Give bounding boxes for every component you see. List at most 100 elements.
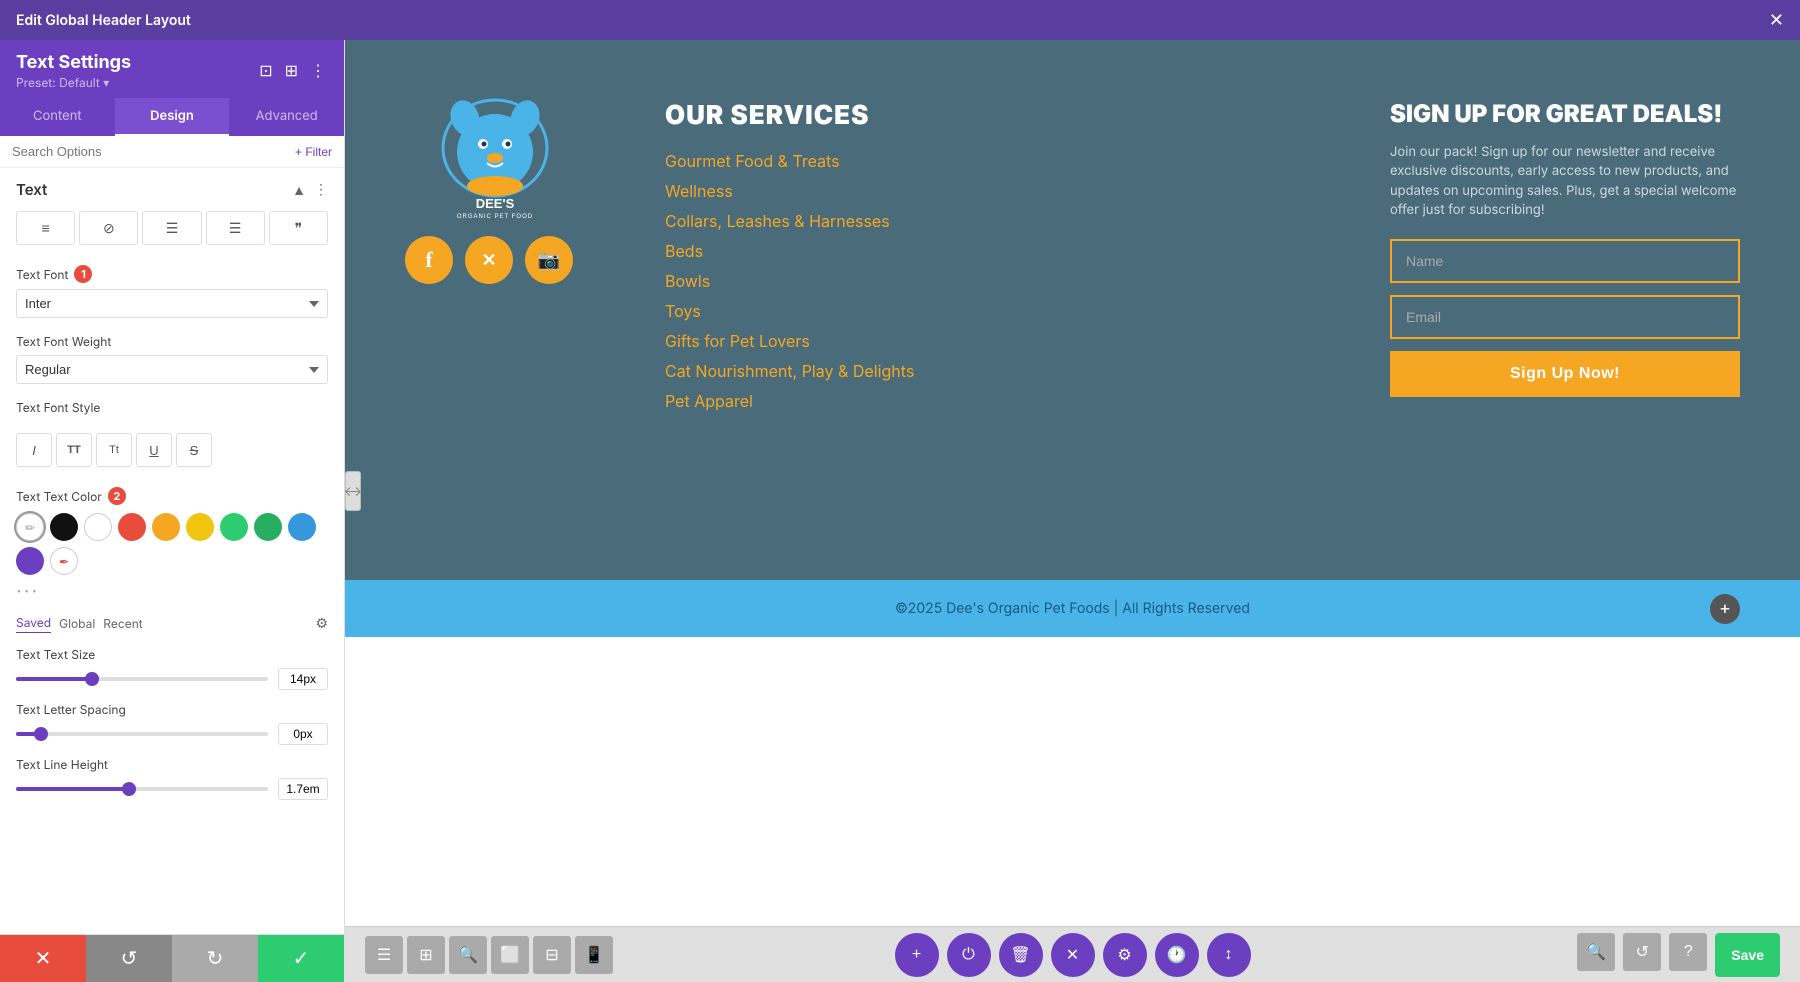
tab-advanced[interactable]: Advanced <box>229 98 344 136</box>
close-button[interactable]: ✕ <box>1769 10 1784 31</box>
strikethrough-button[interactable]: S <box>176 433 212 467</box>
align-left-button[interactable]: ≡ <box>16 211 75 245</box>
signup-button[interactable]: Sign Up Now! <box>1390 351 1740 397</box>
letter-spacing-thumb[interactable] <box>34 727 48 741</box>
toolbar-left: ☰ ⊞ 🔍 ⬜ ⊟ 📱 <box>365 936 613 974</box>
cancel-button[interactable]: ✕ <box>0 935 86 982</box>
color-swatch-green-light[interactable] <box>220 513 248 541</box>
letter-spacing-track[interactable] <box>16 732 268 736</box>
italic-button[interactable]: I <box>16 433 52 467</box>
align-quote-button[interactable]: ❞ <box>269 211 328 245</box>
responsive-button[interactable]: ↕ <box>1207 933 1251 977</box>
tab-design[interactable]: Design <box>115 98 230 136</box>
signup-desc: Join our pack! Sign up for our newslette… <box>1390 143 1740 221</box>
color-swatch-custom[interactable]: ✏ <box>16 513 44 541</box>
color-swatch-yellow[interactable] <box>186 513 214 541</box>
small-caps-button[interactable]: Tt <box>96 433 132 467</box>
filter-button[interactable]: + Filter <box>295 145 332 159</box>
text-size-value[interactable]: 14px <box>278 668 328 690</box>
add-section-button[interactable]: + <box>1710 594 1740 624</box>
close-button-toolbar[interactable]: ✕ <box>1051 933 1095 977</box>
footer-preview: DEE'S ORGANIC PET FOOD f ✕ 📷 Our Service… <box>345 40 1800 580</box>
toolbar-mobile-button[interactable]: 📱 <box>575 936 613 974</box>
toolbar-grid-button[interactable]: ⊞ <box>407 936 445 974</box>
instagram-icon[interactable]: 📷 <box>525 236 573 284</box>
settings-button[interactable]: ⚙ <box>1103 933 1147 977</box>
global-tab[interactable]: Global <box>59 614 95 633</box>
color-swatch-white[interactable] <box>84 513 112 541</box>
text-size-thumb[interactable] <box>85 672 99 686</box>
bottom-toolbar: ☰ ⊞ 🔍 ⬜ ⊟ 📱 + ⏻ 🗑 ✕ ⚙ 🕐 ↕ 🔍 ↺ ? Save <box>345 926 1800 982</box>
service-link-7[interactable]: Cat Nourishment, Play & Delights <box>665 361 1350 381</box>
toolbar-menu-button[interactable]: ☰ <box>365 936 403 974</box>
saved-tab[interactable]: Saved <box>16 613 51 633</box>
recent-tab[interactable]: Recent <box>103 614 142 633</box>
align-right-button[interactable]: ☰ <box>206 211 265 245</box>
more-options-icon[interactable]: ⋮ <box>314 181 328 198</box>
service-link-6[interactable]: Gifts for Pet Lovers <box>665 331 1350 351</box>
text-font-style-row: Text Font Style <box>0 392 344 429</box>
letter-spacing-value[interactable]: 0px <box>278 723 328 745</box>
color-swatch-purple[interactable] <box>16 547 44 575</box>
facebook-icon[interactable]: f <box>405 236 453 284</box>
email-input[interactable] <box>1390 295 1740 339</box>
collapse-icon[interactable]: ▲ <box>292 181 306 198</box>
text-font-label: Text Font <box>16 267 68 282</box>
power-button[interactable]: ⏻ <box>947 933 991 977</box>
service-link-4[interactable]: Bowls <box>665 271 1350 291</box>
color-swatch-green-dark[interactable] <box>254 513 282 541</box>
white-space <box>345 637 1800 926</box>
color-gear-icon[interactable]: ⚙ <box>315 615 328 632</box>
twitter-x-icon[interactable]: ✕ <box>465 236 513 284</box>
line-height-thumb[interactable] <box>122 782 136 796</box>
line-height-value[interactable]: 1.7em <box>278 778 328 800</box>
search-input[interactable] <box>12 144 287 159</box>
text-size-row: Text Text Size 14px <box>0 641 344 696</box>
tab-content[interactable]: Content <box>0 98 115 136</box>
text-color-row: Text Text Color 2 ✏ <box>0 479 344 641</box>
redo-button[interactable]: ↻ <box>172 935 258 982</box>
schedule-button[interactable]: 🕐 <box>1155 933 1199 977</box>
add-button[interactable]: + <box>895 933 939 977</box>
color-swatch-black[interactable] <box>50 513 78 541</box>
all-caps-button[interactable]: TT <box>56 433 92 467</box>
service-link-0[interactable]: Gourmet Food & Treats <box>665 151 1350 171</box>
columns-icon[interactable]: ⊞ <box>283 59 300 83</box>
color-tabs: Saved Global Recent ⚙ <box>16 613 328 633</box>
align-center-button[interactable]: ☰ <box>142 211 201 245</box>
zoom-button[interactable]: 🔍 <box>1577 933 1615 971</box>
toolbar-columns-button[interactable]: ⊟ <box>533 936 571 974</box>
undo-button[interactable]: ↺ <box>86 935 172 982</box>
copyright-text: ©2025 Dee's Organic Pet Foods | All Righ… <box>895 600 1250 617</box>
text-font-weight-select[interactable]: Regular <box>16 355 328 384</box>
text-font-select[interactable]: Inter <box>16 289 328 318</box>
color-swatch-orange[interactable] <box>152 513 180 541</box>
save-button[interactable]: Save <box>1715 933 1780 977</box>
underline-button[interactable]: U <box>136 433 172 467</box>
more-icon[interactable]: ⋮ <box>308 59 328 83</box>
monitor-icon[interactable]: ⊡ <box>257 59 274 83</box>
history-button[interactable]: ↺ <box>1623 933 1661 971</box>
panel-tabs: Content Design Advanced <box>0 98 344 136</box>
line-height-track[interactable] <box>16 787 268 791</box>
service-link-1[interactable]: Wellness <box>665 181 1350 201</box>
help-button[interactable]: ? <box>1669 933 1707 971</box>
service-link-3[interactable]: Beds <box>665 241 1350 261</box>
text-font-row: Text Font 1 Inter <box>0 257 344 326</box>
toolbar-monitor-button[interactable]: ⬜ <box>491 936 529 974</box>
color-swatch-red[interactable] <box>118 513 146 541</box>
delete-button[interactable]: 🗑 <box>999 933 1043 977</box>
panel-content: Text ▲ ⋮ ≡ ⊘ ☰ ☰ ❞ Text Font 1 <box>0 168 344 934</box>
color-swatch-blue[interactable] <box>288 513 316 541</box>
toolbar-search-button[interactable]: 🔍 <box>449 936 487 974</box>
panel-resize-handle[interactable]: ↔ <box>345 471 361 511</box>
service-link-2[interactable]: Collars, Leashes & Harnesses <box>665 211 1350 231</box>
align-none-button[interactable]: ⊘ <box>79 211 138 245</box>
name-input[interactable] <box>1390 239 1740 283</box>
confirm-button[interactable]: ✓ <box>258 935 344 982</box>
service-link-8[interactable]: Pet Apparel <box>665 391 1350 411</box>
service-link-5[interactable]: Toys <box>665 301 1350 321</box>
color-swatch-pen[interactable]: ✒ <box>50 547 78 575</box>
text-size-track[interactable] <box>16 677 268 681</box>
panel-preset[interactable]: Preset: Default ▾ <box>16 75 131 90</box>
